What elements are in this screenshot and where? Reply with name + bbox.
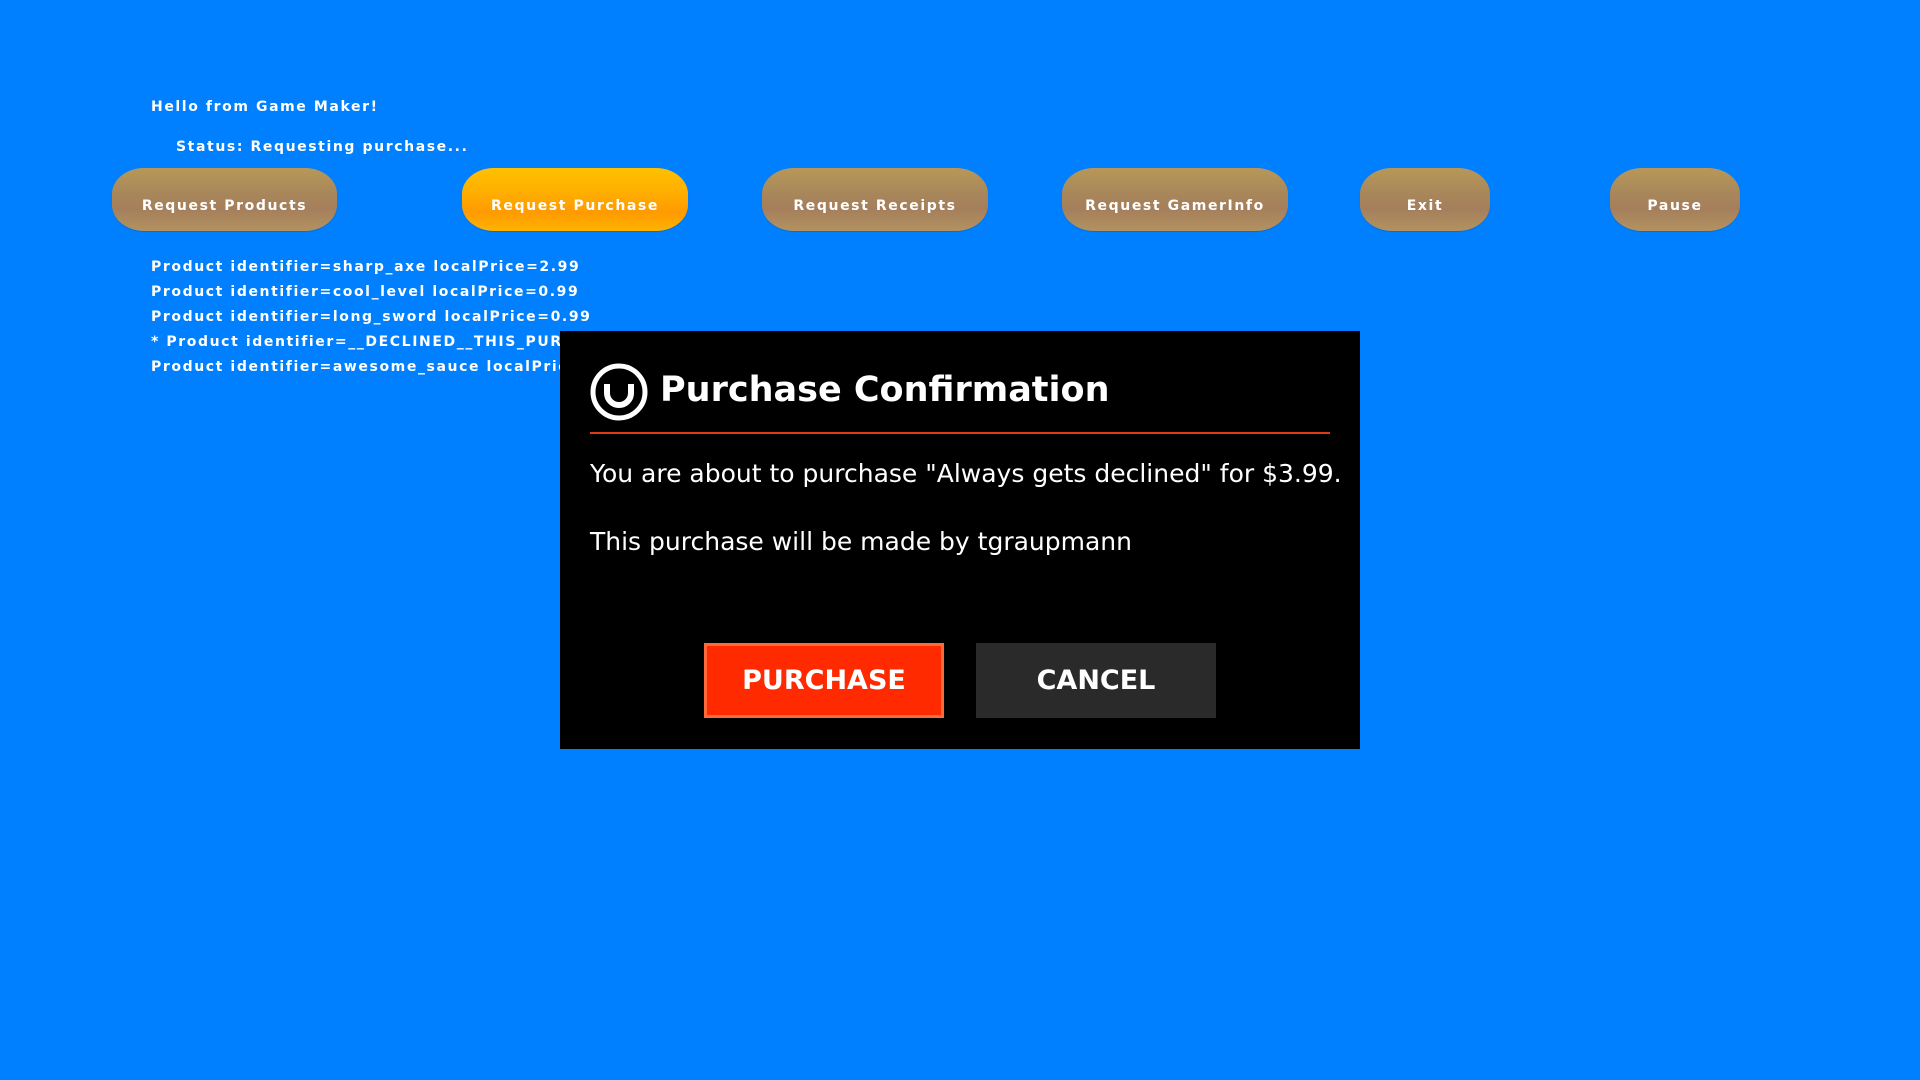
exit-button[interactable]: Exit — [1360, 168, 1490, 231]
pause-button[interactable]: Pause — [1610, 168, 1740, 231]
ouya-logo-icon — [590, 363, 648, 421]
product-item: Product identifier=awesome_sauce localPr… — [151, 359, 611, 375]
hello-text: Hello from Game Maker! — [151, 99, 379, 115]
purchase-confirmation-dialog: Purchase Confirmation You are about to p… — [560, 331, 1360, 749]
purchase-message: You are about to purchase "Always gets d… — [590, 459, 1342, 488]
request-gamerinfo-button[interactable]: Request GamerInfo — [1062, 168, 1288, 231]
request-products-button[interactable]: Request Products — [112, 168, 337, 231]
product-item: Product identifier=long_sword localPrice… — [151, 309, 592, 325]
status-text: Status: Requesting purchase... — [176, 139, 469, 155]
product-item-selected: * Product identifier=__DECLINED__THIS_PU… — [151, 334, 601, 350]
request-receipts-button[interactable]: Request Receipts — [762, 168, 988, 231]
product-item: Product identifier=sharp_axe localPrice=… — [151, 259, 581, 275]
exit-label: Exit — [1406, 198, 1444, 214]
request-receipts-label: Request Receipts — [793, 198, 957, 214]
request-gamerinfo-label: Request GamerInfo — [1085, 198, 1265, 214]
dialog-title: Purchase Confirmation — [660, 370, 1110, 410]
pause-label: Pause — [1647, 198, 1703, 214]
product-item: Product identifier=cool_level localPrice… — [151, 284, 580, 300]
request-purchase-label: Request Purchase — [491, 198, 659, 214]
cancel-button[interactable]: CANCEL — [976, 643, 1216, 718]
purchaser-line: This purchase will be made by tgraupmann — [590, 527, 1132, 556]
request-products-label: Request Products — [141, 198, 308, 214]
dialog-divider — [590, 432, 1330, 434]
purchase-button[interactable]: PURCHASE — [704, 643, 944, 718]
request-purchase-button[interactable]: Request Purchase — [462, 168, 688, 231]
